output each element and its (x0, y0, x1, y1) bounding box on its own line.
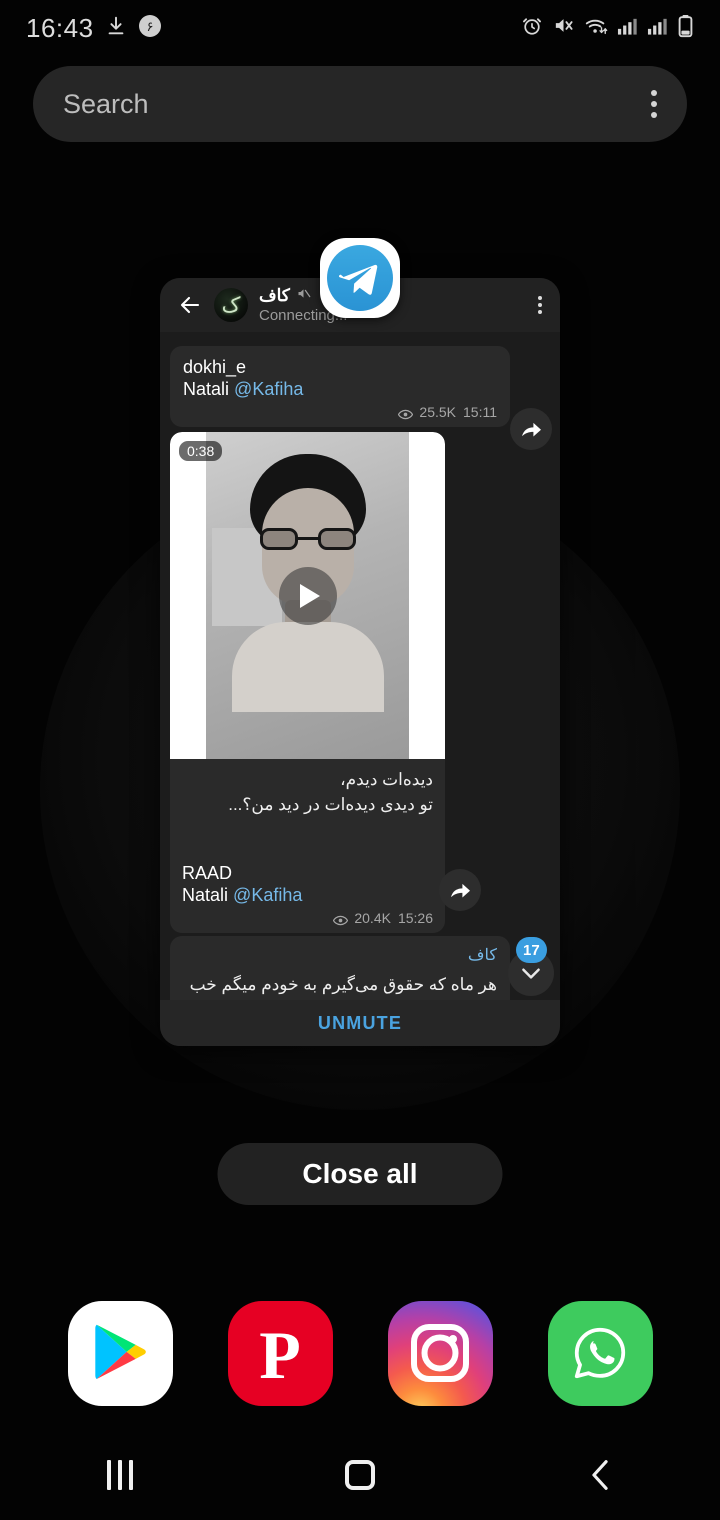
overflow-menu-icon[interactable] (429, 442, 433, 460)
signal-icon (617, 16, 638, 41)
message-time: 15:11 (463, 404, 497, 421)
avatar-glyph: ک (221, 293, 241, 317)
status-bar-right (521, 14, 694, 43)
back-icon[interactable] (480, 1430, 720, 1520)
view-count: 20.4K (354, 910, 391, 927)
unread-count-badge: 17 (516, 937, 547, 963)
app-dock: P (0, 1297, 720, 1409)
telegram-logo (327, 245, 393, 311)
close-all-label: Close all (302, 1158, 418, 1189)
channel-name: Natali (182, 884, 229, 905)
play-icon[interactable] (278, 566, 337, 625)
views-eye-icon (398, 407, 414, 420)
channel-handle[interactable]: @Kafiha (233, 885, 302, 905)
battery-icon (677, 14, 694, 43)
message-channel: Natali @Kafiha (183, 378, 497, 401)
view-count: 25.5K (419, 404, 456, 421)
status-bar: 16:43 ۶ (0, 0, 720, 56)
channel-name: کاف (467, 947, 497, 964)
message-sender: RAAD (182, 863, 233, 884)
message-bubble[interactable]: 0:38 دیده‌ات دیدم، تو دیدی دیده‌ات در دی… (170, 432, 445, 934)
video-duration-badge: 0:38 (179, 441, 223, 461)
channel-name: Natali (183, 378, 230, 399)
download-icon (105, 15, 127, 42)
message-meta: 20.4K 15:26 (182, 910, 433, 926)
phone-screen: 16:43 ۶ Search ک کاف Connecting... dokhi… (0, 0, 720, 1520)
status-bar-clock: 16:43 (26, 12, 94, 43)
search-input-placeholder[interactable]: Search (63, 89, 149, 120)
message-footer: RAAD Natali @Kafiha 20.4K 15:26 (170, 817, 445, 933)
mute-icon (552, 14, 575, 42)
video-thumbnail[interactable]: 0:38 (170, 432, 445, 759)
channel-handle[interactable]: @Kafiha (234, 379, 303, 399)
instagram-icon[interactable] (387, 1300, 493, 1406)
message-meta: 25.5K 15:11 (183, 404, 497, 420)
caption-line-1: دیده‌ات دیدم، (340, 770, 433, 789)
unmute-bar[interactable]: UNMUTE (160, 1000, 560, 1046)
pinterest-glyph: P (259, 1317, 301, 1393)
channel-avatar[interactable]: ک (214, 288, 248, 322)
overflow-menu-icon[interactable] (538, 296, 546, 314)
home-icon[interactable] (240, 1430, 480, 1520)
persian-badge-icon: ۶ (138, 14, 162, 43)
instagram-glyph (411, 1324, 469, 1382)
navigation-bar (0, 1430, 720, 1520)
telegram-icon[interactable] (320, 238, 400, 318)
play-store-icon[interactable] (67, 1300, 173, 1406)
back-arrow-icon[interactable] (178, 293, 202, 317)
recents-icon[interactable] (0, 1430, 240, 1520)
message-channel: Natali @Kafiha (182, 884, 433, 907)
photo-body (231, 622, 384, 712)
search-bar[interactable]: Search (33, 66, 687, 142)
video-caption: دیده‌ات دیدم، تو دیدی دیده‌ات در دید من؟… (170, 759, 445, 817)
photo-glasses (259, 528, 356, 550)
caption-line-2: تو دیدی دیده‌ات در دید من؟... (228, 794, 433, 814)
alarm-icon (521, 15, 543, 42)
unmute-button-label[interactable]: UNMUTE (318, 1013, 402, 1034)
message-list: dokhi_e Natali @Kafiha 25.5K 15:11 0:38 … (160, 332, 560, 1046)
status-bar-left: 16:43 ۶ (26, 13, 162, 44)
signal-icon (647, 16, 668, 41)
forward-arrow-icon[interactable] (439, 869, 481, 911)
forward-arrow-icon[interactable] (510, 408, 552, 450)
wifi-icon (584, 15, 608, 42)
overflow-menu-icon[interactable] (651, 90, 657, 118)
message-bubble[interactable]: dokhi_e Natali @Kafiha 25.5K 15:11 (170, 346, 510, 428)
chat-title: کاف (259, 286, 290, 305)
message-time: 15:26 (397, 910, 433, 927)
pinterest-icon[interactable]: P (227, 1300, 333, 1406)
recents-app-card[interactable]: ک کاف Connecting... dokhi_e Natali @Kafi… (160, 278, 560, 1046)
muted-speaker-icon (296, 286, 311, 306)
whatsapp-icon[interactable] (547, 1300, 653, 1406)
message-sender: dokhi_e (183, 357, 247, 377)
svg-text:۶: ۶ (146, 20, 153, 35)
close-all-button[interactable]: Close all (217, 1143, 503, 1205)
views-eye-icon (333, 913, 349, 926)
